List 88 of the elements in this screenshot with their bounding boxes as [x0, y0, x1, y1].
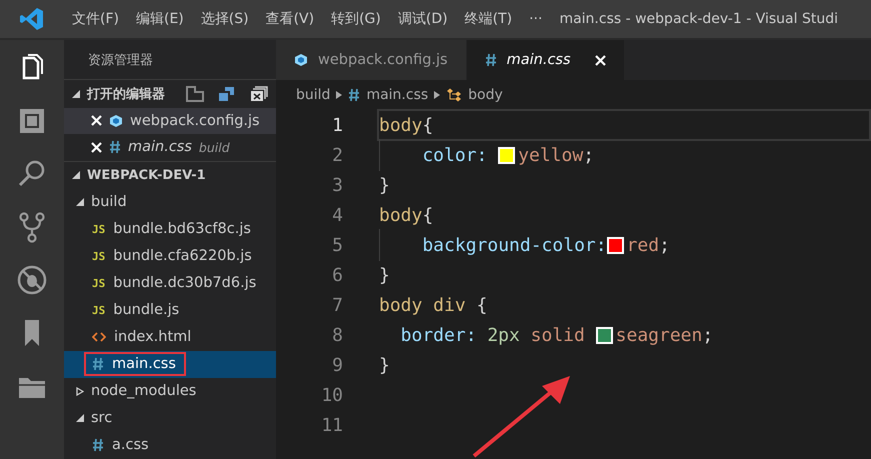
expanded-triangle-icon[interactable] [72, 90, 80, 98]
code-token: background-color: [421, 234, 607, 256]
section-header[interactable]: 打开的编辑器 [87, 84, 165, 103]
section-header[interactable]: WEBPACK-DEV-1 [87, 168, 206, 183]
code-token: seagreen [616, 324, 702, 346]
line-number: 5 [331, 234, 343, 256]
file-item[interactable]: JS bundle.js [84, 298, 190, 322]
code-token: } [379, 264, 390, 286]
color-swatch[interactable] [498, 146, 516, 164]
code-token: body [379, 114, 422, 136]
folder-item[interactable]: src [91, 410, 112, 426]
code-token: 2px [487, 324, 520, 346]
code-token: solid [530, 324, 585, 346]
menu-item[interactable]: 调试(D) [390, 10, 457, 28]
file-item[interactable]: JS bundle.cfa6220b.js [84, 244, 262, 268]
folder-item[interactable]: build [91, 194, 127, 210]
menu-item[interactable]: 编辑(E) [128, 10, 193, 28]
js-file-icon: JS [92, 304, 106, 317]
file-item[interactable]: main.css [84, 352, 186, 376]
no-bug-icon[interactable] [16, 264, 48, 296]
js-file-icon: JS [92, 276, 106, 290]
breadcrumb-item[interactable]: build [296, 87, 330, 103]
menu-item[interactable]: 选择(S) [192, 10, 258, 28]
hash-icon [348, 88, 360, 102]
file-item[interactable]: a.css [84, 433, 159, 458]
symbol-icon [446, 88, 462, 102]
line-number: 3 [331, 174, 343, 196]
color-swatch[interactable] [596, 326, 613, 344]
split-window-icon[interactable] [186, 86, 204, 102]
logo-icon[interactable] [20, 7, 44, 31]
editor-tab[interactable]: main.css [466, 40, 625, 80]
cube-icon [109, 114, 123, 128]
line-number: 8 [331, 324, 343, 346]
menu-item[interactable]: 终端(T) [456, 10, 522, 28]
code-token: body [379, 204, 422, 226]
code-token: red [626, 234, 660, 256]
close-icon[interactable] [91, 115, 102, 126]
code-token: ; [583, 144, 594, 166]
open-editor-item[interactable]: webpack.config.js [64, 108, 276, 134]
code-token: } [379, 174, 390, 196]
code-token: body div [379, 294, 466, 316]
breadcrumb-item[interactable]: main.css [366, 87, 428, 103]
cube-icon [294, 53, 308, 67]
line-number: 1 [331, 114, 343, 136]
hash-icon [109, 140, 121, 154]
code-token: { [422, 204, 434, 226]
chevron-icon [336, 91, 342, 99]
close-icon[interactable] [594, 54, 606, 66]
file-item[interactable]: index.html [84, 325, 202, 350]
line-number: 7 [331, 294, 343, 316]
menu-item[interactable]: 查看(V) [258, 10, 324, 28]
js-file-icon: JS [92, 222, 106, 236]
file-item[interactable]: JS bundle.dc30b7d6.js [84, 271, 266, 296]
code-token: yellow [518, 144, 584, 166]
save-icon[interactable] [218, 86, 236, 102]
menu-item[interactable]: 文件(F) [64, 10, 128, 28]
hash-icon [92, 357, 104, 372]
folder-item[interactable]: node_modules [91, 383, 196, 400]
line-number: 9 [331, 354, 343, 376]
color-swatch[interactable] [606, 236, 624, 254]
line-number: 2 [331, 144, 343, 166]
file-item[interactable]: JS bundle.bd63cf8c.js [84, 217, 261, 242]
line-number: 11 [320, 414, 343, 436]
sidebar-title: 资源管理器 [88, 52, 153, 69]
code-brackets-icon [92, 331, 106, 344]
js-file-icon: JS [92, 250, 106, 263]
code-token: ; [659, 234, 670, 256]
line-number: 6 [331, 264, 343, 286]
close-icon[interactable] [91, 142, 102, 153]
code-token: { [422, 114, 434, 136]
code-token: { [476, 294, 488, 316]
expanded-triangle-icon[interactable] [72, 171, 80, 180]
hash-icon [92, 438, 104, 452]
menu-item[interactable]: 转到(G) [323, 10, 390, 28]
open-editor-item[interactable]: main.css build [64, 134, 276, 161]
editor-tab[interactable]: webpack.config.js [276, 40, 467, 80]
hash-icon [484, 53, 497, 67]
line-number: 4 [331, 204, 343, 226]
code-token: ; [702, 324, 714, 346]
code-token: } [379, 354, 390, 376]
window-title: main.css - webpack-dev-1 - Visual Studi [559, 11, 838, 27]
code-token: border: [400, 324, 477, 346]
close-all-icon[interactable] [250, 86, 268, 102]
menu-item[interactable]: ··· [521, 11, 552, 27]
chevron-icon [434, 91, 440, 99]
code-token: color: [421, 144, 488, 166]
breadcrumb-item[interactable]: body [468, 87, 503, 103]
line-number: 10 [320, 384, 343, 406]
